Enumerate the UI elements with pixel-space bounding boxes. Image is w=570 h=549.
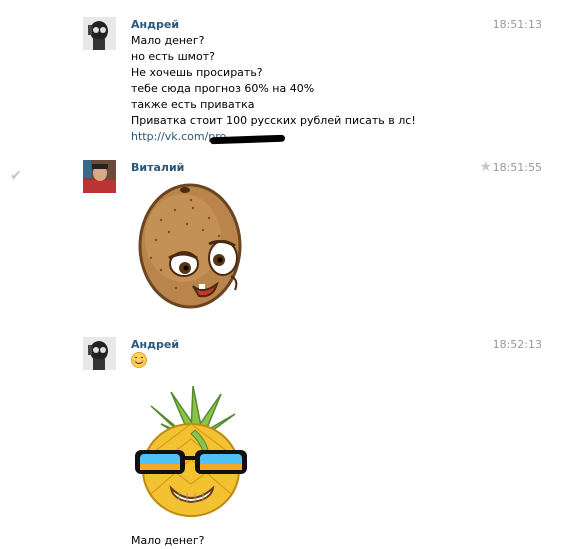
avatar[interactable]	[83, 17, 116, 50]
pineapple-sticker[interactable]	[131, 384, 251, 519]
message-text-line: Мало денег?	[131, 34, 205, 47]
message-text-line: Не хочешь просирать?	[131, 66, 263, 79]
author-name[interactable]: Андрей	[131, 338, 179, 351]
message-text-line: тебе сюда прогноз 60% на 40%	[131, 82, 315, 95]
redaction-scribble	[209, 134, 286, 145]
avatar[interactable]	[83, 160, 116, 193]
message-time[interactable]: 18:51:13	[493, 18, 542, 31]
skull-mask-avatar-icon	[83, 337, 116, 370]
message-text-line: Мало денег?	[131, 534, 205, 547]
avatar[interactable]	[83, 337, 116, 370]
message-time[interactable]: 18:51:55	[493, 161, 542, 174]
message-time[interactable]: 18:52:13	[493, 338, 542, 351]
author-name[interactable]: Виталий	[131, 161, 184, 174]
star-icon[interactable]: ★	[479, 159, 492, 175]
photo-avatar-icon	[83, 160, 116, 193]
message-text-line: Приватка стоит 100 русских рублей писать…	[131, 114, 416, 127]
smile-emoji-icon	[131, 352, 147, 368]
message-text-line: но есть шмот?	[131, 50, 215, 63]
skull-mask-avatar-icon	[83, 17, 116, 50]
message-text-line: также есть приватка	[131, 98, 255, 111]
author-name[interactable]: Андрей	[131, 18, 179, 31]
kiwi-sticker[interactable]	[131, 180, 251, 312]
checkmark-icon[interactable]: ✔	[10, 168, 22, 184]
